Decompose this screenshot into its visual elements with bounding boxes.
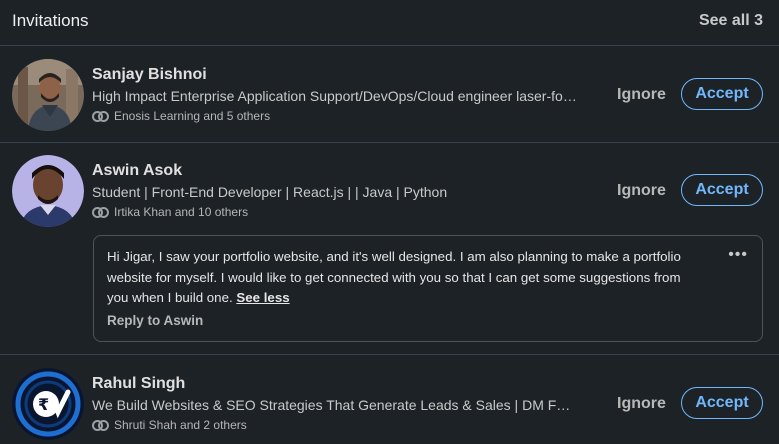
ignore-button[interactable]: Ignore [617,395,666,413]
accept-button[interactable]: Accept [681,174,763,206]
invitation-headline: High Impact Enterprise Application Suppo… [92,88,578,104]
message-body: Hi Jigar, I saw your portfolio website, … [107,249,681,305]
avatar[interactable] [12,155,84,227]
ignore-button[interactable]: Ignore [617,86,666,104]
mutual-connections[interactable]: Shruti Shah and 2 others [92,418,247,432]
mutual-connections[interactable]: Enosis Learning and 5 others [92,109,270,123]
mutual-connections-text: Enosis Learning and 5 others [114,109,271,123]
invitation-card: Sanjay Bishnoi High Impact Enterprise Ap… [0,47,779,143]
avatar[interactable] [12,59,84,131]
invitation-name[interactable]: Sanjay Bishnoi [92,66,207,84]
page-title: Invitations [12,11,89,30]
invitation-name[interactable]: Rahul Singh [92,375,185,393]
mutual-connections-icon [92,110,109,122]
reply-link[interactable]: Reply to Aswin [107,313,203,328]
accept-button[interactable]: Accept [681,78,763,110]
avatar[interactable]: ₹ [12,368,84,440]
see-all-link[interactable]: See all 3 [699,12,763,30]
more-options-icon[interactable]: ••• [728,247,748,263]
mutual-connections[interactable]: Irtika Khan and 10 others [92,205,248,219]
message-text: Hi Jigar, I saw your portfolio website, … [107,247,687,309]
invitation-name[interactable]: Aswin Asok [92,162,182,180]
ignore-button[interactable]: Ignore [617,182,666,200]
invitations-panel: Invitations See all 3 Sanjay Bishnoi Hig… [0,0,779,444]
invitations-header: Invitations See all 3 [0,0,779,46]
svg-text:₹: ₹ [38,395,49,414]
mutual-connections-text: Irtika Khan and 10 others [114,205,249,219]
accept-button[interactable]: Accept [681,387,763,419]
invitation-headline: Student | Front-End Developer | React.js… [92,184,448,200]
invitation-card: ₹ Rahul Singh We Build Websites & SEO St… [0,356,779,444]
invitation-headline: We Build Websites & SEO Strategies That … [92,397,578,413]
see-less-link[interactable]: See less [236,290,289,305]
invitation-message: Hi Jigar, I saw your portfolio website, … [93,235,763,342]
mutual-connections-icon [92,206,109,218]
mutual-connections-icon [92,419,109,431]
mutual-connections-text: Shruti Shah and 2 others [114,418,247,432]
